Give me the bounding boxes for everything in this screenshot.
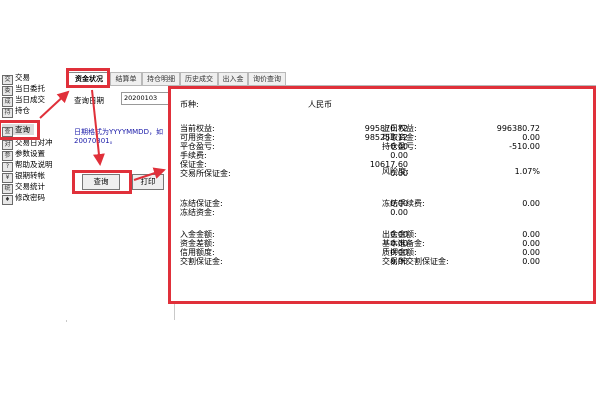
- arrow-button-to-panel: [133, 167, 166, 181]
- annotation-arrows: [39, 89, 166, 181]
- arrow-tab-to-button: [91, 89, 105, 166]
- arrow-nav-to-tab: [39, 90, 70, 119]
